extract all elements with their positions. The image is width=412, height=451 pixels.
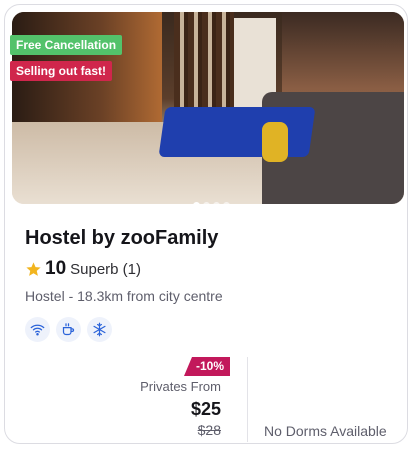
old-price: $28 xyxy=(197,422,221,438)
facility-wifi xyxy=(25,317,50,342)
carousel-dots[interactable] xyxy=(193,202,237,204)
star-icon xyxy=(26,261,41,276)
facility-ac xyxy=(87,317,112,342)
coffee-icon xyxy=(62,323,75,336)
wifi-icon xyxy=(30,324,45,336)
price-divider xyxy=(247,357,248,442)
carousel-dot[interactable] xyxy=(233,203,237,204)
free-cancellation-badge: Free Cancellation xyxy=(10,35,123,55)
carousel-dot[interactable] xyxy=(203,202,210,204)
selling-out-badge: Selling out fast! xyxy=(10,61,112,81)
rating-score: 10 xyxy=(45,258,67,279)
discount-badge: -10% xyxy=(184,357,230,376)
rating-text: Superb (1) xyxy=(70,260,142,278)
private-price[interactable]: $25 xyxy=(191,399,221,420)
carousel-dot[interactable] xyxy=(213,202,220,204)
facility-coffee xyxy=(56,317,81,342)
property-card[interactable]: Free Cancellation Selling out fast! Host… xyxy=(4,4,408,444)
photo-pillow xyxy=(262,122,288,162)
rating: 10 Superb (1) xyxy=(25,258,141,280)
facilities xyxy=(25,317,112,342)
carousel-dot[interactable] xyxy=(223,202,230,204)
snowflake-icon xyxy=(93,322,106,337)
property-title[interactable]: Hostel by zooFamily xyxy=(25,227,218,250)
dorms-status: No Dorms Available xyxy=(264,423,387,439)
privates-label: Privates From xyxy=(140,379,221,394)
property-meta: Hostel - 18.3km from city centre xyxy=(25,288,223,304)
carousel-dot[interactable] xyxy=(193,202,200,204)
photo-sofa xyxy=(158,107,316,157)
